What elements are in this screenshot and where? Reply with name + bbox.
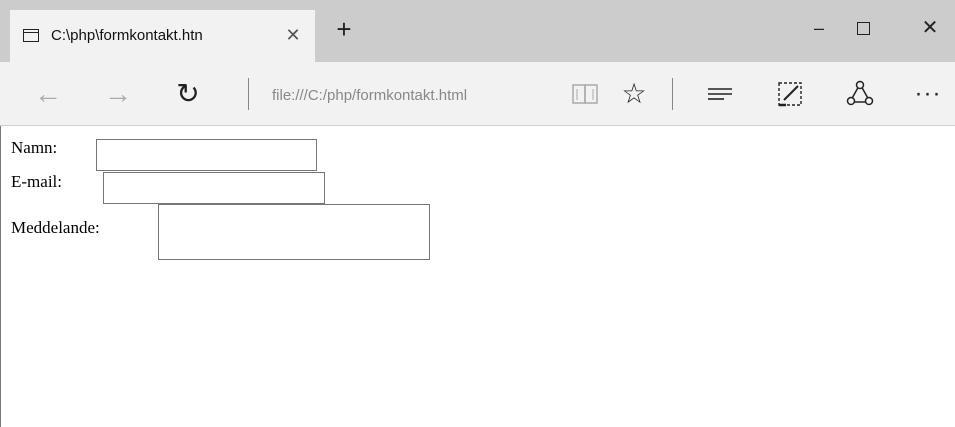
reading-view-icon[interactable] (566, 76, 606, 112)
tab-title: C:\php\formkontakt.htn (51, 27, 203, 44)
web-note-icon[interactable] (772, 76, 808, 112)
message-label: Meddelande: (11, 218, 100, 237)
name-field[interactable] (96, 139, 317, 171)
star-icon[interactable]: ☆ (616, 76, 652, 112)
tab-strip: C:\php\formkontakt.htn ✕ + – ✕ (0, 0, 955, 62)
message-row: Meddelande: (11, 218, 100, 238)
message-field[interactable] (158, 204, 430, 260)
browser-tab[interactable]: C:\php\formkontakt.htn ✕ (10, 10, 315, 62)
refresh-icon[interactable]: ↻ (170, 76, 206, 112)
close-icon[interactable]: ✕ (283, 22, 303, 48)
more-icon[interactable]: ··· (910, 76, 946, 112)
plus-icon[interactable]: + (330, 14, 358, 44)
tab-page-icon (23, 29, 39, 42)
name-label: Namn: (11, 138, 58, 157)
page-content: Namn: E-mail: Meddelande: (0, 126, 955, 427)
maximize-icon[interactable] (853, 18, 873, 38)
email-field[interactable] (103, 172, 325, 204)
back-arrow-icon[interactable]: ← (30, 76, 66, 112)
share-icon[interactable] (842, 76, 878, 112)
email-label: E-mail: (11, 172, 62, 191)
address-bar[interactable] (272, 84, 562, 108)
toolbar-divider-2 (672, 78, 673, 110)
name-row: Namn: (11, 138, 57, 158)
email-row: E-mail: (11, 172, 62, 192)
forward-arrow-icon[interactable]: → (100, 76, 136, 112)
toolbar-divider (248, 78, 249, 110)
minimize-icon[interactable]: – (809, 18, 829, 38)
window-close-icon[interactable]: ✕ (920, 18, 940, 38)
hub-icon[interactable] (702, 76, 738, 112)
browser-toolbar: ← → ↻ ☆ ··· (0, 62, 955, 126)
